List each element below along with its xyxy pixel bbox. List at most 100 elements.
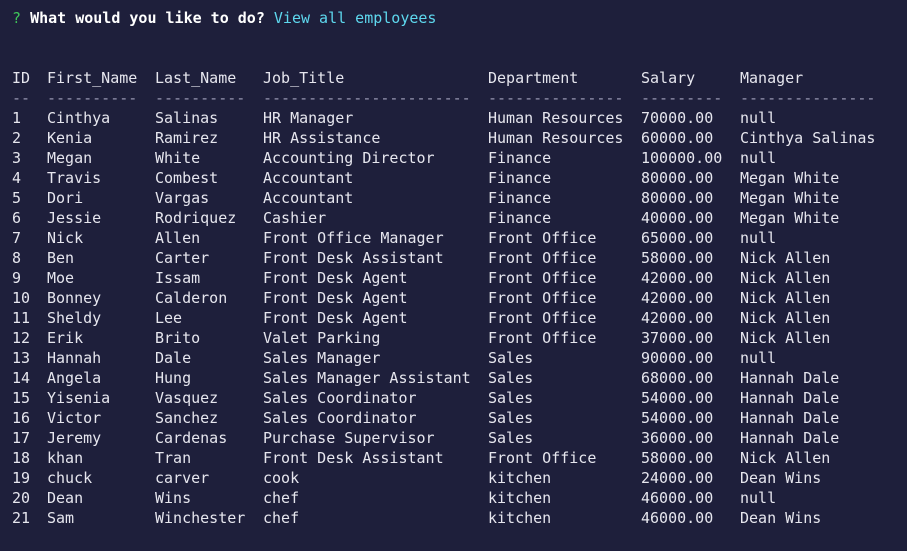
header-first-name: First_Name: [47, 69, 138, 87]
cell-salary: 24000.00: [641, 469, 714, 487]
cell-manager: Dean Wins: [740, 469, 822, 487]
cell-department: Finance: [488, 209, 552, 227]
cell-manager: Hannah Dale: [740, 429, 840, 447]
cell-salary: 60000.00: [641, 129, 714, 147]
cell-salary: 80000.00: [641, 169, 714, 187]
cell-last-name: Vargas: [155, 189, 210, 207]
cell-last-name: Dale: [155, 349, 192, 367]
cell-first-name: Kenia: [47, 129, 93, 147]
cell-manager: Nick Allen: [740, 309, 831, 327]
cell-last-name: Winchester: [155, 509, 246, 527]
cell-id: 16: [12, 409, 31, 427]
cell-first-name: Sam: [47, 509, 75, 527]
cell-department: Human Resources: [488, 109, 624, 127]
cell-salary: 40000.00: [641, 209, 714, 227]
cell-first-name: Ben: [47, 249, 75, 267]
cell-id: 21: [12, 509, 31, 527]
cell-first-name: chuck: [47, 469, 93, 487]
cell-first-name: Yisenia: [47, 389, 111, 407]
cell-department: kitchen: [488, 489, 552, 507]
header-salary: Salary: [641, 69, 696, 87]
cell-department: Sales: [488, 429, 534, 447]
cell-salary: 54000.00: [641, 409, 714, 427]
cell-last-name: Calderon: [155, 289, 228, 307]
cell-manager: null: [740, 229, 777, 247]
cell-job-title: Sales Coordinator: [263, 389, 417, 407]
employee-table: ID First_Name Last_Name Job_Title Depart…: [12, 68, 875, 528]
table-row: 1 Cinthya Salinas HR Manager Human Resources…: [12, 108, 776, 128]
table-row: 18 khan Tran Front Desk Assistant Front Offi…: [12, 448, 830, 468]
cell-first-name: Angela: [47, 369, 102, 387]
cell-salary: 58000.00: [641, 449, 714, 467]
cell-job-title: Accountant: [263, 169, 354, 187]
cell-salary: 80000.00: [641, 189, 714, 207]
cell-last-name: Wins: [155, 489, 192, 507]
cell-last-name: Sanchez: [155, 409, 219, 427]
cell-id: 18: [12, 449, 31, 467]
cell-first-name: Victor: [47, 409, 102, 427]
cell-salary: 58000.00: [641, 249, 714, 267]
cell-id: 20: [12, 489, 31, 507]
cell-department: Front Office: [488, 329, 597, 347]
separator-first-name: ----------: [47, 89, 138, 107]
cell-id: 2: [12, 129, 22, 147]
cell-salary: 68000.00: [641, 369, 714, 387]
cell-last-name: Cardenas: [155, 429, 228, 447]
cell-department: Sales: [488, 409, 534, 427]
table-row: 17 Jeremy Cardenas Purchase Supervisor Sales…: [12, 428, 839, 448]
cell-last-name: Tran: [155, 449, 192, 467]
cell-department: Human Resources: [488, 129, 624, 147]
cell-salary: 46000.00: [641, 489, 714, 507]
cell-salary: 70000.00: [641, 109, 714, 127]
cell-salary: 54000.00: [641, 389, 714, 407]
cell-salary: 100000.00: [641, 149, 723, 167]
prompt-line: ? What would you like to do? View all em…: [12, 9, 436, 27]
cell-job-title: Front Desk Agent: [263, 269, 408, 287]
table-row: 6 Jessie Rodriquez Cashier Finance 40000.00 Me…: [12, 208, 839, 228]
cell-salary: 42000.00: [641, 289, 714, 307]
cell-first-name: Nick: [47, 229, 84, 247]
cell-last-name: Allen: [155, 229, 201, 247]
cell-manager: null: [740, 149, 777, 167]
cell-last-name: Carter: [155, 249, 210, 267]
cell-department: Finance: [488, 189, 552, 207]
cell-first-name: Bonney: [47, 289, 102, 307]
cell-salary: 46000.00: [641, 509, 714, 527]
cell-job-title: chef: [263, 489, 300, 507]
cell-department: Sales: [488, 369, 534, 387]
separator-job-title: -----------------------: [263, 89, 471, 107]
cell-department: Front Office: [488, 249, 597, 267]
table-row: 16 Victor Sanchez Sales Coordinator Sales 540…: [12, 408, 839, 428]
cell-job-title: Accounting Director: [263, 149, 435, 167]
cell-id: 11: [12, 309, 31, 327]
header-manager: Manager: [740, 69, 804, 87]
cell-salary: 42000.00: [641, 269, 714, 287]
cell-last-name: Brito: [155, 329, 201, 347]
cell-first-name: Travis: [47, 169, 102, 187]
cell-job-title: Front Desk Agent: [263, 289, 408, 307]
cell-department: Front Office: [488, 449, 597, 467]
cell-last-name: Ramirez: [155, 129, 219, 147]
table-separator-row: -- ---------- ---------- ---------------…: [12, 88, 875, 108]
cell-job-title: Valet Parking: [263, 329, 381, 347]
cell-first-name: Jeremy: [47, 429, 102, 447]
cell-id: 14: [12, 369, 31, 387]
cell-job-title: Purchase Supervisor: [263, 429, 435, 447]
cell-department: Finance: [488, 169, 552, 187]
cell-job-title: Sales Manager Assistant: [263, 369, 471, 387]
cell-manager: Megan White: [740, 169, 840, 187]
cell-job-title: Front Desk Agent: [263, 309, 408, 327]
cell-manager: Hannah Dale: [740, 409, 840, 427]
cell-first-name: Erik: [47, 329, 84, 347]
cell-first-name: Sheldy: [47, 309, 102, 327]
header-id: ID: [12, 69, 31, 87]
terminal-window[interactable]: ? What would you like to do? View all em…: [0, 0, 907, 551]
cell-salary: 37000.00: [641, 329, 714, 347]
cell-salary: 42000.00: [641, 309, 714, 327]
cell-first-name: Hannah: [47, 349, 102, 367]
cell-id: 13: [12, 349, 31, 367]
cell-job-title: Front Office Manager: [263, 229, 444, 247]
separator-id: --: [12, 89, 31, 107]
table-row: 15 Yisenia Vasquez Sales Coordinator Sales 54…: [12, 388, 839, 408]
cell-salary: 90000.00: [641, 349, 714, 367]
